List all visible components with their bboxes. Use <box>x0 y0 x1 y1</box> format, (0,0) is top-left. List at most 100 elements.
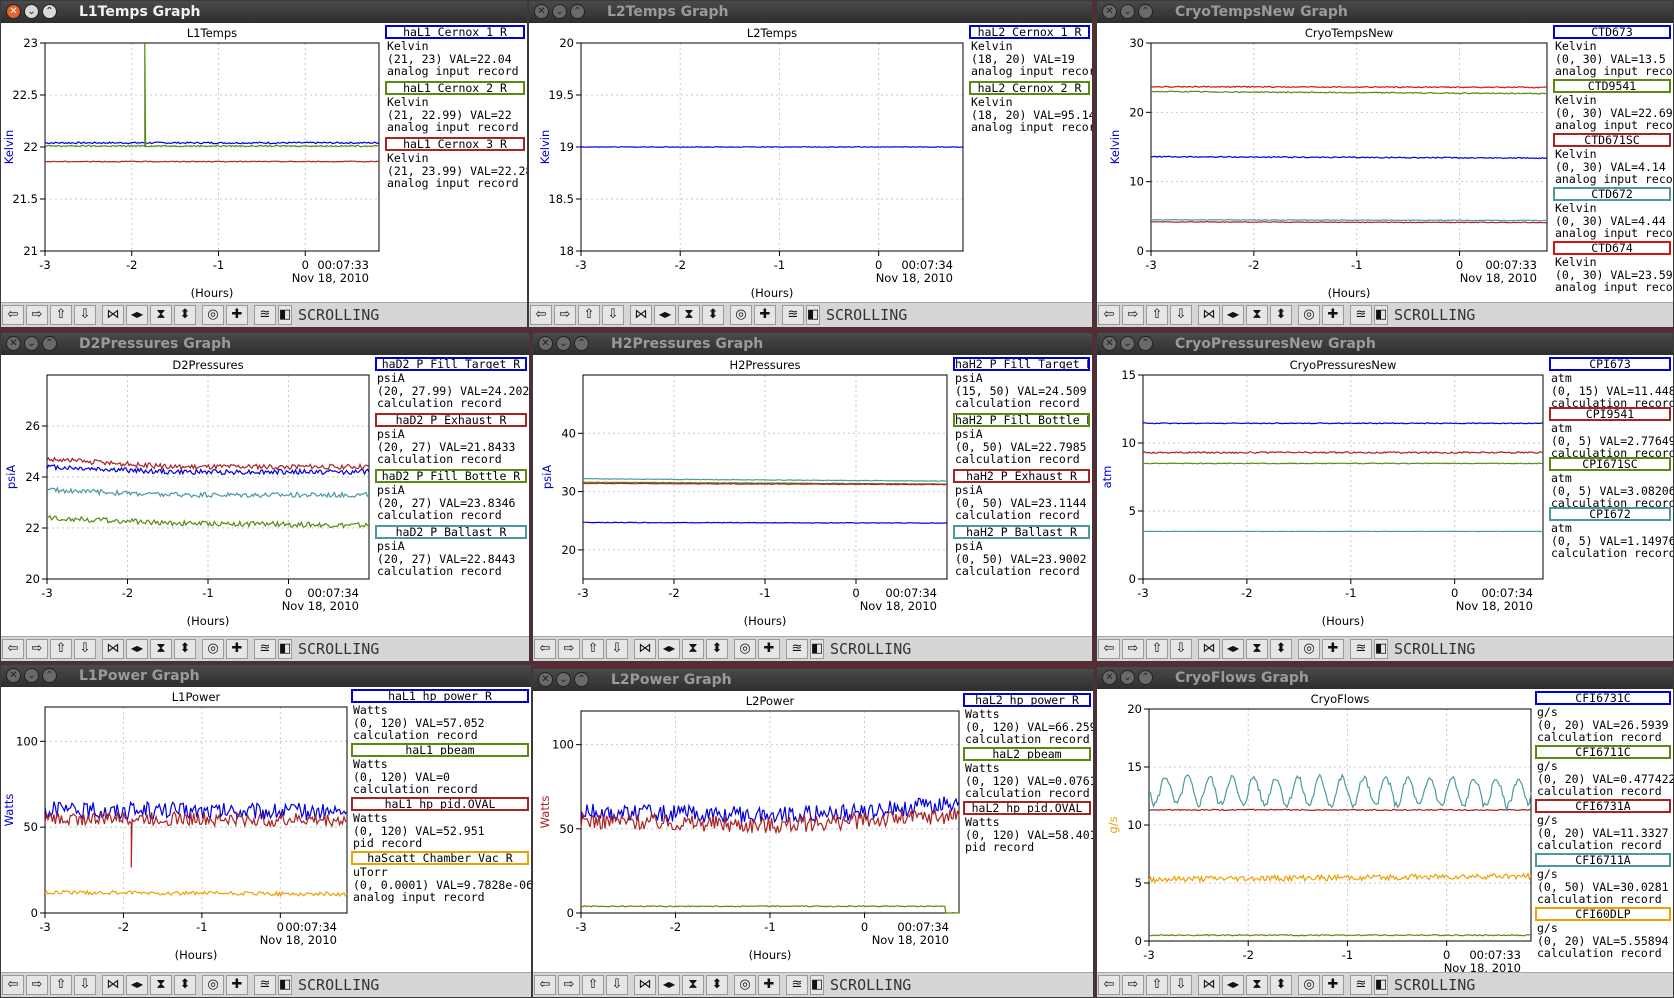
mode-icon[interactable]: ◧ <box>806 305 820 325</box>
zoom-in-y-button[interactable]: ⧗ <box>1246 305 1268 325</box>
title-bar[interactable]: ✕ ⌄ ⌃ L1Power Graph <box>1 665 531 687</box>
zoom-in-y-button[interactable]: ⧗ <box>1246 639 1268 659</box>
zoom-out-x-button[interactable]: ◀▶ <box>658 975 680 995</box>
legend-entry[interactable]: CFI6731A <box>1535 799 1671 813</box>
legend-entry[interactable]: haH2_P_Ballast_R <box>953 525 1090 539</box>
close-window-button[interactable]: ✕ <box>1102 4 1117 19</box>
legend-entry[interactable]: CPI672 <box>1549 507 1671 521</box>
add-button[interactable]: ✚ <box>226 639 248 659</box>
zoom-in-y-button[interactable]: ⧗ <box>682 975 704 995</box>
minimize-window-button[interactable]: ⌄ <box>1120 670 1135 685</box>
zoom-in-x-button[interactable]: ⋈ <box>1198 639 1220 659</box>
autoscale-button[interactable]: ◎ <box>202 305 224 325</box>
legend-entry[interactable]: haD2_P_Fill_Target_R <box>375 357 527 371</box>
pan-left-button[interactable]: ⇦ <box>2 975 24 995</box>
pan-up-button[interactable]: ⇧ <box>1146 975 1168 995</box>
pan-left-button[interactable]: ⇦ <box>534 975 556 995</box>
legend-entry[interactable]: CTD9541 <box>1553 79 1671 93</box>
config-button[interactable]: ≊ <box>1350 975 1372 995</box>
title-bar[interactable]: ✕ ⌄ ⌃ D2Pressures Graph <box>1 333 529 355</box>
add-button[interactable]: ✚ <box>1322 305 1344 325</box>
legend-entry[interactable]: haL1_Cernox_2_R <box>385 81 525 95</box>
pan-up-button[interactable]: ⇧ <box>50 305 72 325</box>
maximize-window-button[interactable]: ⌃ <box>1138 336 1153 351</box>
close-window-button[interactable]: ✕ <box>534 4 549 19</box>
legend-entry[interactable]: haL2_pbeam <box>963 747 1091 761</box>
zoom-out-x-button[interactable]: ◀▶ <box>126 639 148 659</box>
pan-up-button[interactable]: ⇧ <box>582 639 604 659</box>
legend-entry[interactable]: CTD673 <box>1553 25 1671 39</box>
zoom-out-y-button[interactable]: ⬍ <box>702 305 724 325</box>
zoom-out-y-button[interactable]: ⬍ <box>174 975 196 995</box>
config-button[interactable]: ≊ <box>254 305 276 325</box>
pan-down-button[interactable]: ⇩ <box>74 975 96 995</box>
maximize-window-button[interactable]: ⌃ <box>574 672 589 687</box>
config-button[interactable]: ≊ <box>1350 305 1372 325</box>
pan-left-button[interactable]: ⇦ <box>1098 305 1120 325</box>
pan-down-button[interactable]: ⇩ <box>74 305 96 325</box>
minimize-window-button[interactable]: ⌄ <box>552 4 567 19</box>
zoom-in-x-button[interactable]: ⋈ <box>634 975 656 995</box>
pan-up-button[interactable]: ⇧ <box>1146 305 1168 325</box>
autoscale-button[interactable]: ◎ <box>734 639 756 659</box>
pan-left-button[interactable]: ⇦ <box>530 305 552 325</box>
autoscale-button[interactable]: ◎ <box>202 975 224 995</box>
minimize-window-button[interactable]: ⌄ <box>556 672 571 687</box>
pan-down-button[interactable]: ⇩ <box>1170 639 1192 659</box>
legend-entry[interactable]: CFI6731C <box>1535 691 1671 705</box>
autoscale-button[interactable]: ◎ <box>1298 639 1320 659</box>
pan-left-button[interactable]: ⇦ <box>1098 639 1120 659</box>
mode-icon[interactable]: ◧ <box>278 639 292 659</box>
legend-entry[interactable]: haL1_hp_power_R <box>351 689 529 703</box>
zoom-in-y-button[interactable]: ⧗ <box>1246 975 1268 995</box>
pan-left-button[interactable]: ⇦ <box>2 639 24 659</box>
legend-entry[interactable]: CPI673 <box>1549 357 1671 371</box>
pan-up-button[interactable]: ⇧ <box>50 639 72 659</box>
pan-down-button[interactable]: ⇩ <box>606 639 628 659</box>
minimize-window-button[interactable]: ⌄ <box>1120 336 1135 351</box>
maximize-window-button[interactable]: ⌃ <box>1138 670 1153 685</box>
pan-left-button[interactable]: ⇦ <box>534 639 556 659</box>
pan-right-button[interactable]: ⇨ <box>554 305 576 325</box>
pan-down-button[interactable]: ⇩ <box>74 639 96 659</box>
config-button[interactable]: ≊ <box>1350 639 1372 659</box>
config-button[interactable]: ≊ <box>786 639 808 659</box>
pan-right-button[interactable]: ⇨ <box>558 975 580 995</box>
minimize-window-button[interactable]: ⌄ <box>556 336 571 351</box>
pan-up-button[interactable]: ⇧ <box>50 975 72 995</box>
close-window-button[interactable]: ✕ <box>1102 336 1117 351</box>
zoom-in-x-button[interactable]: ⋈ <box>1198 305 1220 325</box>
zoom-out-y-button[interactable]: ⬍ <box>1270 305 1292 325</box>
mode-icon[interactable]: ◧ <box>1374 975 1388 995</box>
minimize-window-button[interactable]: ⌄ <box>1120 4 1135 19</box>
pan-down-button[interactable]: ⇩ <box>1170 975 1192 995</box>
add-button[interactable]: ✚ <box>226 975 248 995</box>
config-button[interactable]: ≊ <box>782 305 804 325</box>
close-window-button[interactable]: ✕ <box>1102 670 1117 685</box>
legend-entry[interactable]: haD2_P_Exhaust_R <box>375 413 527 427</box>
zoom-in-x-button[interactable]: ⋈ <box>102 639 124 659</box>
zoom-out-x-button[interactable]: ◀▶ <box>654 305 676 325</box>
maximize-window-button[interactable]: ⌃ <box>1138 4 1153 19</box>
pan-left-button[interactable]: ⇦ <box>2 305 24 325</box>
zoom-out-y-button[interactable]: ⬍ <box>174 305 196 325</box>
config-button[interactable]: ≊ <box>254 639 276 659</box>
legend-entry[interactable]: haL1_pbeam <box>351 743 529 757</box>
title-bar[interactable]: ✕ ⌄ ⌃ CryoPressuresNew Graph <box>1097 333 1673 355</box>
zoom-out-y-button[interactable]: ⬍ <box>174 639 196 659</box>
autoscale-button[interactable]: ◎ <box>1298 975 1320 995</box>
minimize-window-button[interactable]: ⌄ <box>24 336 39 351</box>
add-button[interactable]: ✚ <box>1322 975 1344 995</box>
legend-entry[interactable]: haH2_P_Fill_Target_R <box>953 357 1090 371</box>
pan-right-button[interactable]: ⇨ <box>26 975 48 995</box>
legend-entry[interactable]: CFI60DLP <box>1535 907 1671 921</box>
maximize-window-button[interactable]: ⌃ <box>574 336 589 351</box>
zoom-out-y-button[interactable]: ⬍ <box>1270 639 1292 659</box>
legend-entry[interactable]: haD2_P_Fill_Bottle_R <box>375 469 527 483</box>
pan-up-button[interactable]: ⇧ <box>578 305 600 325</box>
pan-right-button[interactable]: ⇨ <box>26 639 48 659</box>
minimize-window-button[interactable]: ⌄ <box>24 668 39 683</box>
maximize-window-button[interactable]: ⌃ <box>42 4 57 19</box>
zoom-out-x-button[interactable]: ◀▶ <box>1222 975 1244 995</box>
close-window-button[interactable]: ✕ <box>6 336 21 351</box>
